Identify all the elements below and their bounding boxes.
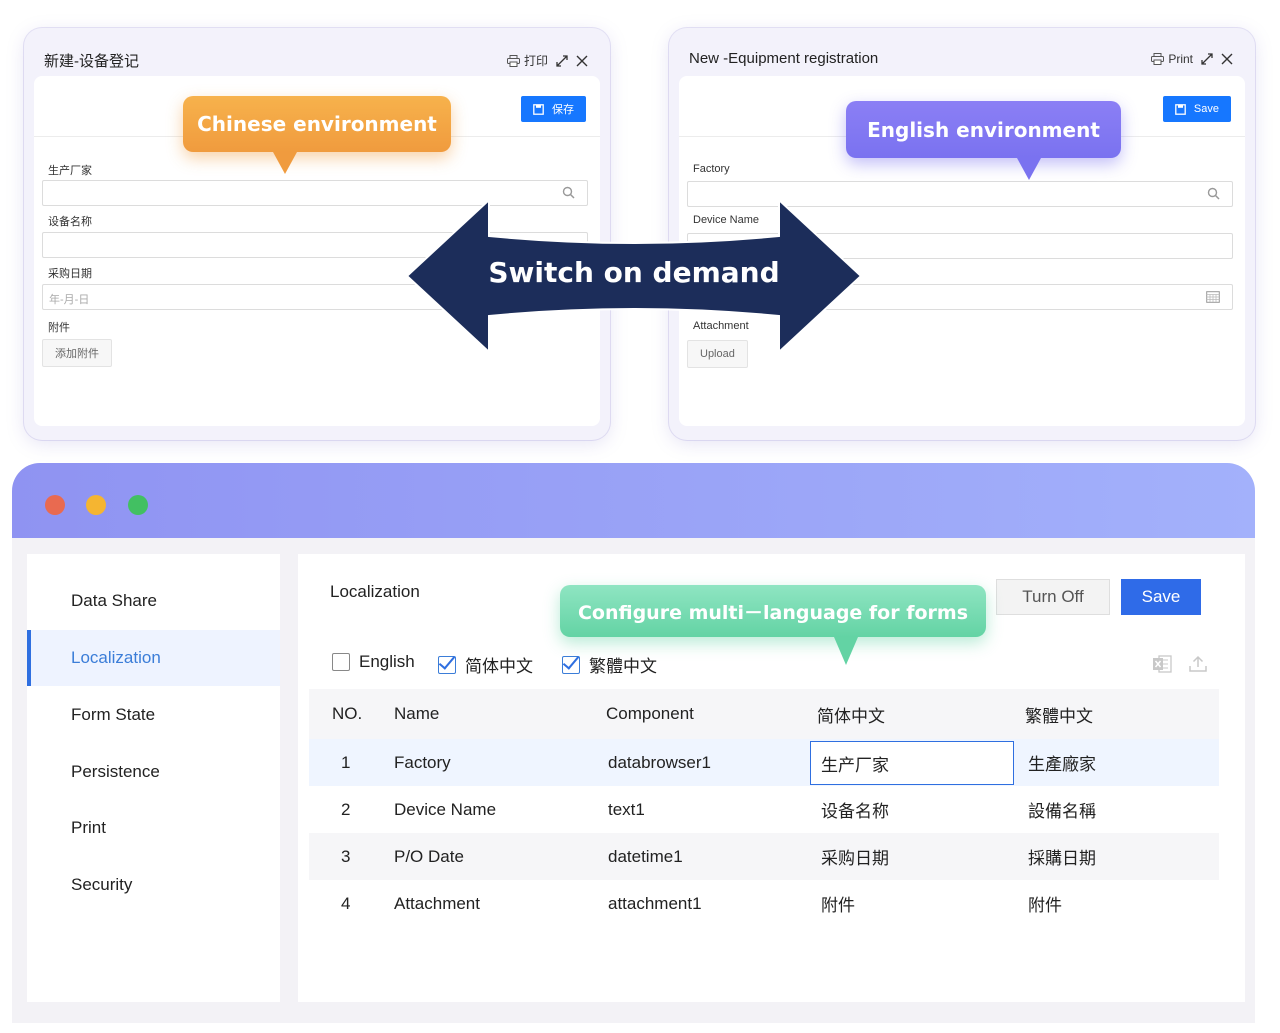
callout-text: English environment bbox=[867, 117, 1100, 142]
settings-sidebar: Data Share Localization Form State Persi… bbox=[27, 554, 280, 1002]
upload-icon[interactable] bbox=[1188, 654, 1208, 674]
configure-multi-language-callout: Configure multi－language for forms bbox=[560, 585, 986, 665]
table-row[interactable]: 1 Factory databrowser1 生产厂家 生產廠家 bbox=[309, 739, 1219, 786]
print-label: Print bbox=[1168, 52, 1193, 66]
save-icon bbox=[1175, 103, 1186, 115]
table-row[interactable]: 4 Attachment attachment1 附件 附件 bbox=[309, 880, 1219, 927]
sidebar-item-data-share[interactable]: Data Share bbox=[27, 573, 280, 629]
po-date-label: 采购日期 bbox=[48, 268, 92, 280]
simplified-chinese-cell[interactable]: 附件 bbox=[821, 880, 855, 927]
po-date-placeholder: 年-月-日 bbox=[49, 294, 90, 306]
dialog-title: 新建-设备登记 bbox=[44, 53, 139, 70]
row-component: attachment1 bbox=[608, 893, 702, 913]
row-name: P/O Date bbox=[394, 846, 464, 866]
chinese-environment-callout: Chinese environment bbox=[183, 96, 451, 174]
row-name: Attachment bbox=[394, 893, 480, 913]
english-environment-callout: English environment bbox=[846, 101, 1121, 180]
traditional-chinese-cell[interactable]: 採購日期 bbox=[1028, 833, 1096, 880]
callout-text: Configure multi－language for forms bbox=[577, 601, 969, 624]
language-checkbox-english[interactable]: English bbox=[332, 652, 415, 672]
row-name: Device Name bbox=[394, 799, 497, 819]
row-number: 2 bbox=[341, 799, 351, 819]
save-button[interactable]: Save bbox=[1162, 96, 1231, 122]
language-checkbox-simplified-chinese[interactable]: 简体中文 bbox=[438, 652, 533, 677]
close-icon[interactable] bbox=[1221, 53, 1233, 65]
print-button[interactable]: 打印 bbox=[506, 52, 548, 69]
simplified-chinese-cell[interactable]: 采购日期 bbox=[821, 833, 889, 880]
expand-icon[interactable] bbox=[1201, 53, 1213, 65]
row-number: 4 bbox=[341, 893, 351, 913]
switch-label: Switch on demand bbox=[488, 256, 780, 289]
excel-export-icon[interactable] bbox=[1152, 654, 1172, 674]
printer-icon bbox=[1151, 53, 1165, 65]
column-header-simplified-chinese: 简体中文 bbox=[817, 706, 885, 726]
window-titlebar bbox=[12, 463, 1255, 538]
table-header-row: NO. Name Component 简体中文 繁體中文 bbox=[309, 689, 1219, 739]
traditional-chinese-cell[interactable]: 附件 bbox=[1028, 880, 1062, 927]
sidebar-item-persistence[interactable]: Persistence bbox=[27, 744, 280, 800]
callout-pointer bbox=[273, 152, 297, 174]
page-title: Localization bbox=[330, 582, 420, 601]
traditional-chinese-cell[interactable]: 生產廠家 bbox=[1028, 739, 1096, 786]
row-number: 1 bbox=[341, 752, 351, 772]
search-icon[interactable] bbox=[1207, 187, 1220, 200]
checkbox[interactable] bbox=[438, 655, 456, 674]
maximize-window-button[interactable] bbox=[128, 495, 148, 515]
column-header-no: NO. bbox=[332, 704, 363, 723]
row-component: text1 bbox=[608, 799, 645, 819]
simplified-chinese-cell[interactable]: 设备名称 bbox=[821, 786, 889, 833]
checkbox-label: 繁體中文 bbox=[589, 657, 657, 676]
print-label: 打印 bbox=[523, 54, 548, 68]
sidebar-item-localization[interactable]: Localization bbox=[27, 630, 280, 686]
save-button[interactable]: Save bbox=[1121, 579, 1201, 615]
checkbox[interactable] bbox=[332, 653, 350, 671]
minimize-window-button[interactable] bbox=[86, 495, 106, 515]
row-number: 3 bbox=[341, 846, 351, 866]
settings-window: Data Share Localization Form State Persi… bbox=[12, 463, 1255, 1023]
save-label: 保存 bbox=[552, 104, 574, 116]
close-window-button[interactable] bbox=[45, 495, 65, 515]
factory-label: 生产厂家 bbox=[48, 165, 92, 177]
factory-label: Factory bbox=[693, 163, 730, 175]
print-button[interactable]: Print bbox=[1151, 52, 1193, 66]
sidebar-item-print[interactable]: Print bbox=[27, 800, 280, 856]
expand-icon[interactable] bbox=[556, 54, 568, 67]
switch-double-arrow: Switch on demand bbox=[405, 198, 863, 354]
checkbox[interactable] bbox=[562, 655, 580, 674]
save-button[interactable]: 保存 bbox=[521, 96, 586, 122]
column-header-name: Name bbox=[394, 704, 440, 723]
table-row[interactable]: 2 Device Name text1 设备名称 設備名稱 bbox=[309, 786, 1219, 833]
attachment-label: 附件 bbox=[48, 322, 70, 334]
simplified-chinese-edit-input[interactable]: 生产厂家 bbox=[810, 741, 1014, 785]
callout-pointer bbox=[834, 637, 858, 665]
checkbox-label: 简体中文 bbox=[465, 657, 533, 676]
calendar-icon[interactable] bbox=[1206, 290, 1220, 303]
row-component: databrowser1 bbox=[608, 752, 712, 772]
device-name-label: 设备名称 bbox=[48, 216, 92, 228]
column-header-component: Component bbox=[606, 704, 694, 723]
turn-off-button[interactable]: Turn Off bbox=[996, 579, 1110, 615]
callout-text: Chinese environment bbox=[197, 112, 437, 136]
table-row[interactable]: 3 P/O Date datetime1 采购日期 採購日期 bbox=[309, 833, 1219, 880]
save-icon bbox=[533, 103, 544, 115]
sidebar-item-form-state[interactable]: Form State bbox=[27, 687, 280, 743]
printer-icon bbox=[506, 54, 520, 67]
row-name: Factory bbox=[394, 752, 451, 772]
traditional-chinese-cell[interactable]: 設備名稱 bbox=[1028, 786, 1096, 833]
upload-button[interactable]: 添加附件 bbox=[42, 339, 112, 367]
language-checkbox-traditional-chinese[interactable]: 繁體中文 bbox=[562, 652, 657, 677]
save-label: Save bbox=[1193, 103, 1219, 115]
sidebar-item-security[interactable]: Security bbox=[27, 857, 280, 913]
checkbox-label: English bbox=[359, 652, 415, 671]
close-icon[interactable] bbox=[576, 55, 588, 67]
dialog-title: New -Equipment registration bbox=[689, 50, 879, 67]
row-component: datetime1 bbox=[608, 846, 683, 866]
column-header-traditional-chinese: 繁體中文 bbox=[1025, 706, 1093, 726]
callout-pointer bbox=[1017, 158, 1041, 180]
